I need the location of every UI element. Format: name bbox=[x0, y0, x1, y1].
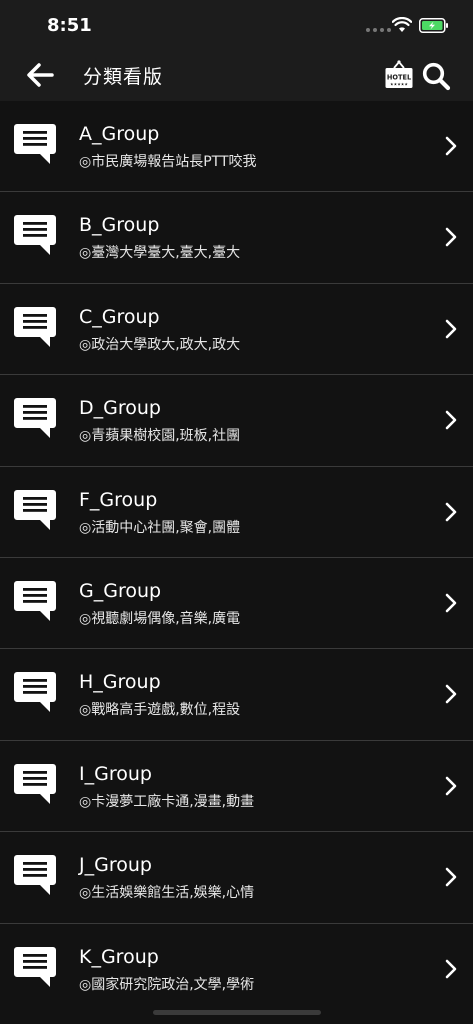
board-name: C_Group bbox=[79, 305, 160, 328]
board-row[interactable]: G_Group ◎視聽劇場偶像,音樂,廣電 bbox=[0, 558, 473, 650]
board-row[interactable]: B_Group ◎臺灣大學臺大,臺大,臺大 bbox=[0, 192, 473, 284]
chat-bubble-icon bbox=[14, 489, 56, 530]
status-time: 8:51 bbox=[47, 15, 92, 36]
search-icon[interactable] bbox=[421, 61, 451, 91]
chevron-right-icon bbox=[445, 228, 457, 247]
board-row[interactable]: D_Group ◎青蘋果樹校園,班板,社團 bbox=[0, 375, 473, 467]
chat-bubble-icon bbox=[14, 855, 56, 896]
board-description: ◎視聽劇場偶像,音樂,廣電 bbox=[79, 610, 241, 627]
board-description: ◎青蘋果樹校園,班板,社團 bbox=[79, 428, 241, 445]
board-row[interactable]: F_Group ◎活動中心社團,聚會,團體 bbox=[0, 467, 473, 558]
board-name: J_Group bbox=[79, 854, 152, 877]
chat-bubble-icon bbox=[14, 580, 56, 621]
chevron-right-icon bbox=[445, 502, 457, 521]
wifi-icon bbox=[392, 17, 412, 32]
board-description: ◎生活娛樂館生活,娛樂,心情 bbox=[79, 885, 255, 902]
chevron-right-icon bbox=[445, 410, 457, 430]
chat-bubble-icon bbox=[14, 306, 56, 347]
board-list: A_Group ◎市民廣場報告站長PTT咬我 B_Group ◎臺灣大學臺大,臺… bbox=[0, 101, 473, 1015]
chevron-right-icon bbox=[445, 867, 457, 887]
hotel-sign-icon[interactable]: HOTEL ★★★★★ bbox=[384, 59, 414, 91]
chat-bubble-icon bbox=[14, 672, 56, 713]
board-name: A_Group bbox=[79, 123, 160, 145]
board-name: I_Group bbox=[79, 762, 152, 785]
board-name: B_Group bbox=[79, 214, 160, 237]
board-name: K_Group bbox=[79, 945, 159, 968]
battery-charging-icon bbox=[419, 18, 448, 33]
board-name: D_Group bbox=[79, 397, 161, 420]
board-description: ◎市民廣場報告站長PTT咬我 bbox=[79, 154, 257, 170]
back-arrow-icon[interactable] bbox=[24, 60, 56, 90]
board-name: F_Group bbox=[79, 488, 158, 511]
chat-bubble-icon bbox=[14, 215, 56, 256]
board-row[interactable]: K_Group ◎國家研究院政治,文學,學術 bbox=[0, 924, 473, 1015]
chat-bubble-icon bbox=[14, 398, 56, 439]
signal-icon bbox=[366, 28, 391, 32]
chevron-right-icon bbox=[445, 136, 457, 156]
svg-text:★★★★★: ★★★★★ bbox=[390, 82, 408, 87]
board-name: H_Group bbox=[79, 671, 161, 694]
home-indicator[interactable] bbox=[153, 1010, 321, 1015]
board-description: ◎戰略高手遊戲,數位,程設 bbox=[79, 702, 241, 719]
chevron-right-icon bbox=[445, 776, 457, 796]
chevron-right-icon bbox=[445, 319, 457, 339]
board-row[interactable]: I_Group ◎卡漫夢工廠卡通,漫畫,動畫 bbox=[0, 741, 473, 833]
board-description: ◎政治大學政大,政大,政大 bbox=[79, 336, 241, 353]
page-title: 分類看版 bbox=[83, 66, 164, 88]
status-bar: 8:51 bbox=[0, 0, 473, 50]
nav-bar: 分類看版 HOTEL ★★★★★ bbox=[0, 50, 473, 101]
chat-bubble-icon bbox=[14, 124, 56, 164]
board-description: ◎國家研究院政治,文學,學術 bbox=[79, 976, 255, 993]
board-row[interactable]: C_Group ◎政治大學政大,政大,政大 bbox=[0, 284, 473, 376]
board-row[interactable]: A_Group ◎市民廣場報告站長PTT咬我 bbox=[0, 101, 473, 193]
chat-bubble-icon bbox=[14, 763, 56, 804]
board-name: G_Group bbox=[79, 579, 162, 602]
hotel-badge-label: HOTEL bbox=[387, 74, 412, 82]
board-row[interactable]: J_Group ◎生活娛樂館生活,娛樂,心情 bbox=[0, 832, 473, 924]
chevron-right-icon bbox=[445, 593, 457, 613]
chevron-right-icon bbox=[445, 959, 457, 978]
chevron-right-icon bbox=[445, 685, 457, 704]
board-description: ◎活動中心社團,聚會,團體 bbox=[79, 519, 241, 536]
board-row[interactable]: H_Group ◎戰略高手遊戲,數位,程設 bbox=[0, 649, 473, 741]
chat-bubble-icon bbox=[14, 946, 56, 987]
board-description: ◎卡漫夢工廠卡通,漫畫,動畫 bbox=[79, 793, 255, 810]
board-description: ◎臺灣大學臺大,臺大,臺大 bbox=[79, 245, 241, 262]
